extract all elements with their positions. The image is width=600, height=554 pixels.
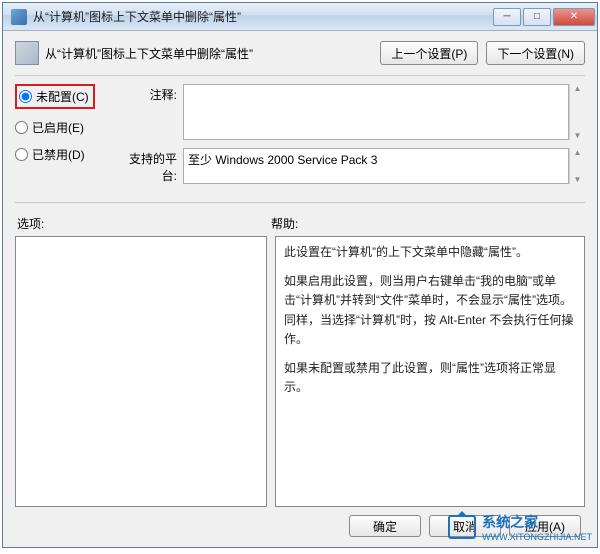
- help-panel: 此设置在“计算机”的上下文菜单中隐藏“属性”。 如果启用此设置，则当用户右键单击…: [275, 236, 585, 507]
- comment-textarea[interactable]: [183, 84, 569, 140]
- policy-title: 从“计算机”图标上下文菜单中删除“属性”: [45, 41, 380, 62]
- radio-not-configured-label: 未配置(C): [36, 88, 89, 105]
- divider: [15, 75, 585, 76]
- comment-scrollbar[interactable]: ▲▼: [569, 84, 585, 140]
- comment-label: 注释:: [123, 84, 183, 140]
- help-label: 帮助:: [271, 215, 298, 232]
- previous-setting-button[interactable]: 上一个设置(P): [380, 41, 478, 65]
- next-setting-button[interactable]: 下一个设置(N): [486, 41, 585, 65]
- policy-icon: [15, 41, 39, 65]
- window-controls: ─ □ ✕: [493, 8, 595, 26]
- help-paragraph: 如果未配置或禁用了此设置，则“属性”选项将正常显示。: [284, 359, 576, 397]
- titlebar: 从“计算机”图标上下文菜单中删除“属性” ─ □ ✕: [3, 3, 597, 31]
- window-title: 从“计算机”图标上下文菜单中删除“属性”: [33, 8, 493, 25]
- help-paragraph: 如果启用此设置，则当用户右键单击“我的电脑”或单击“计算机”并转到“文件”菜单时…: [284, 272, 576, 349]
- radio-disabled-label: 已禁用(D): [32, 146, 85, 163]
- cancel-button[interactable]: 取消: [429, 515, 501, 537]
- radio-enabled[interactable]: [15, 121, 28, 134]
- radio-not-configured[interactable]: [19, 90, 32, 103]
- app-icon: [11, 9, 27, 25]
- options-label: 选项:: [15, 215, 271, 232]
- divider-2: [15, 202, 585, 203]
- platform-label: 支持的平台:: [123, 148, 183, 184]
- radio-disabled[interactable]: [15, 148, 28, 161]
- close-button[interactable]: ✕: [553, 8, 595, 26]
- minimize-button[interactable]: ─: [493, 8, 521, 26]
- help-paragraph: 此设置在“计算机”的上下文菜单中隐藏“属性”。: [284, 243, 576, 262]
- radio-enabled-label: 已启用(E): [32, 119, 84, 136]
- highlight-box: 未配置(C): [15, 84, 95, 109]
- ok-button[interactable]: 确定: [349, 515, 421, 537]
- supported-platform-value: 至少 Windows 2000 Service Pack 3: [183, 148, 569, 184]
- maximize-button[interactable]: □: [523, 8, 551, 26]
- options-panel: [15, 236, 267, 507]
- platform-scrollbar[interactable]: ▲▼: [569, 148, 585, 184]
- apply-button[interactable]: 应用(A): [509, 515, 581, 537]
- state-radio-group: 未配置(C) 已启用(E) 已禁用(D): [15, 84, 103, 192]
